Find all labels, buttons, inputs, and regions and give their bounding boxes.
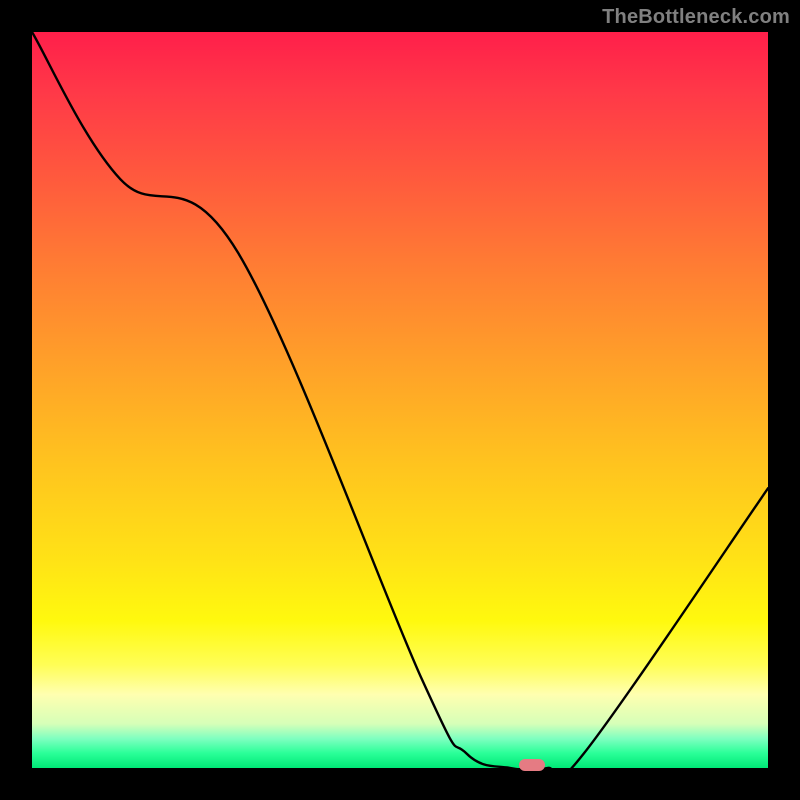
- optimal-marker: [519, 759, 545, 771]
- watermark-text: TheBottleneck.com: [602, 6, 790, 29]
- plot-area: [32, 32, 768, 768]
- bottleneck-curve: [32, 32, 768, 768]
- chart-frame: TheBottleneck.com: [0, 0, 800, 800]
